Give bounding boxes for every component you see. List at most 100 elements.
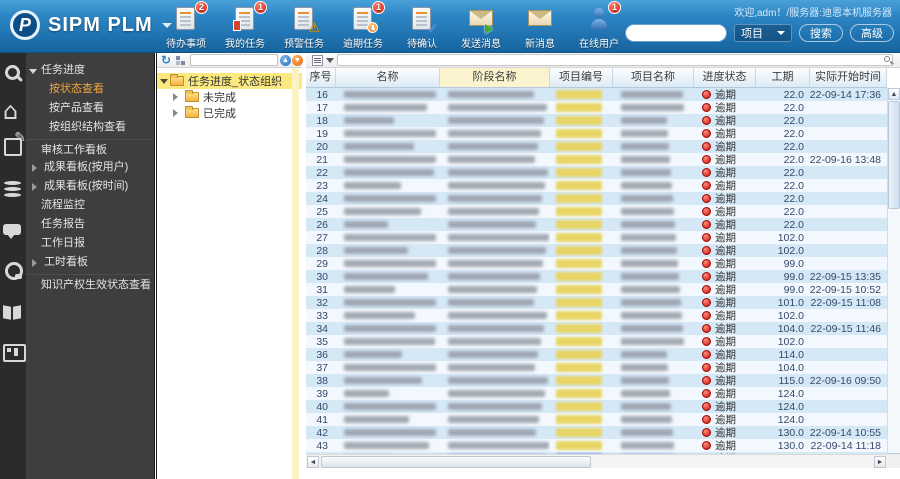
table-row[interactable]: 33 逾期 102.0: [306, 309, 887, 322]
table-row[interactable]: 25 逾期 22.0: [306, 205, 887, 218]
sidebar-item-工作日报[interactable]: 工作日报: [26, 234, 154, 253]
search-category-select[interactable]: 项目: [734, 24, 792, 42]
table-row[interactable]: 29 逾期 99.0: [306, 257, 887, 270]
cell-name: [336, 348, 440, 361]
column-menu-icon[interactable]: [312, 55, 323, 66]
table-row[interactable]: 19 逾期 22.0: [306, 127, 887, 140]
sidebar-item-成果看板(按时间)[interactable]: 成果看板(按时间): [26, 177, 154, 196]
column-header-projname[interactable]: 项目名称: [613, 68, 694, 87]
scroll-right-icon[interactable]: ►: [874, 456, 886, 468]
rail-item-home[interactable]: [3, 97, 23, 125]
sidebar-item-任务进度[interactable]: 任务进度: [26, 61, 154, 80]
table-row[interactable]: 36 逾期 114.0: [306, 348, 887, 361]
rail-item-edit[interactable]: [3, 130, 26, 156]
sidebar-item-按状态查看[interactable]: 按状态查看: [26, 80, 154, 99]
table-row[interactable]: 32 逾期 101.0 2022-09-15 11:08: [306, 296, 887, 309]
overdue-status-icon: [702, 376, 711, 385]
toolbar-item[interactable]: 1 我的任务: [219, 1, 271, 50]
sidebar-item-工时看板[interactable]: 工时看板: [26, 253, 154, 272]
tree-root-node[interactable]: 任务进度_状态组织: [157, 73, 302, 89]
app-logo[interactable]: P SIPM PLM: [10, 10, 172, 40]
table-row[interactable]: 40 逾期 124.0: [306, 400, 887, 413]
cell-start-time: [810, 179, 887, 192]
table-row[interactable]: 21 逾期 22.0 2022-09-16 13:48: [306, 153, 887, 166]
column-header-no[interactable]: 序号: [306, 68, 336, 87]
tree-filter-input[interactable]: [190, 54, 278, 66]
toolbar-item[interactable]: 2 待办事项: [160, 1, 212, 50]
toolbar-item[interactable]: 1 在线用户: [573, 1, 625, 50]
rail-item-idcard[interactable]: [3, 341, 26, 362]
table-row[interactable]: 18 逾期 22.0: [306, 114, 887, 127]
column-header-projno[interactable]: 项目编号: [550, 68, 613, 87]
tree-collapse-button[interactable]: ▼: [292, 55, 303, 66]
cell-projname: [613, 400, 694, 413]
toolbar-item[interactable]: 1 逾期任务: [337, 1, 389, 50]
table-row[interactable]: 23 逾期 22.0: [306, 179, 887, 192]
redacted-text: [448, 442, 549, 449]
table-row[interactable]: 31 逾期 99.0 2022-09-15 10:52: [306, 283, 887, 296]
horizontal-scrollbar[interactable]: ◄ ►: [306, 454, 887, 468]
grid-search-input[interactable]: [337, 54, 893, 66]
rail-item-sipm-search[interactable]: [3, 63, 23, 83]
toolbar-item[interactable]: ✓ 待确认: [396, 6, 448, 50]
table-row[interactable]: 27 逾期 102.0: [306, 231, 887, 244]
redacted-text: [344, 156, 436, 163]
table-row[interactable]: 20 逾期 22.0: [306, 140, 887, 153]
toolbar-item[interactable]: 新消息: [514, 6, 566, 50]
table-row[interactable]: 28 逾期 102.0: [306, 244, 887, 257]
advanced-search-button[interactable]: 高级: [850, 24, 894, 42]
table-row[interactable]: 34 逾期 104.0 2022-09-15 11:46: [306, 322, 887, 335]
table-row[interactable]: 42 逾期 130.0 2022-09-14 10:55: [306, 426, 887, 439]
table-row[interactable]: 30 逾期 99.0 2022-09-15 13:35: [306, 270, 887, 283]
table-row[interactable]: 39 逾期 124.0: [306, 387, 887, 400]
table-row[interactable]: 35 逾期 102.0: [306, 335, 887, 348]
sidebar-item-按产品查看[interactable]: 按产品查看: [26, 99, 154, 118]
rail-item-headset[interactable]: [3, 261, 23, 281]
tree-node-未完成[interactable]: 未完成: [157, 89, 302, 105]
column-header-start[interactable]: 实际开始时间: [810, 68, 887, 87]
tree-scroll-strip[interactable]: [292, 68, 299, 479]
table-row[interactable]: 38 逾期 115.0 2022-09-16 09:50: [306, 374, 887, 387]
sidebar-item-label: 流程监控: [41, 199, 85, 211]
column-header-status[interactable]: 进度状态: [694, 68, 756, 87]
column-header-name[interactable]: 名称: [336, 68, 440, 87]
toolbar-item[interactable]: 发送消息: [455, 6, 507, 50]
rail-item-book[interactable]: [3, 303, 23, 323]
table-row[interactable]: 37 逾期 104.0: [306, 361, 887, 374]
table-row[interactable]: 22 逾期 22.0: [306, 166, 887, 179]
sidebar-item-知识产权生效状态查看[interactable]: 知识产权生效状态查看: [26, 274, 154, 293]
table-row[interactable]: 26 逾期 22.0: [306, 218, 887, 231]
toolbar-item[interactable]: ⚠ 预警任务: [278, 6, 330, 50]
horizontal-scroll-thumb[interactable]: [321, 456, 591, 468]
vertical-scrollbar[interactable]: ▲ ▼: [887, 88, 900, 465]
sidebar-item-任务报告[interactable]: 任务报告: [26, 215, 154, 234]
cell-phase: [440, 413, 550, 426]
cell-phase: [440, 205, 550, 218]
cell-status: 逾期: [694, 205, 756, 218]
sidebar-item-按组织结构查看[interactable]: 按组织结构查看: [26, 118, 154, 137]
tree-expand-button[interactable]: ▲: [280, 55, 291, 66]
rail-item-chat[interactable]: [3, 221, 23, 241]
cell-status: 逾期: [694, 439, 756, 452]
scroll-left-icon[interactable]: ◄: [307, 456, 319, 468]
column-header-phase[interactable]: 阶段名称: [440, 68, 550, 87]
column-header-dur[interactable]: 工期: [756, 68, 810, 87]
vertical-scroll-thumb[interactable]: [888, 101, 900, 209]
sidebar-item-流程监控[interactable]: 流程监控: [26, 196, 154, 215]
table-row[interactable]: 43 逾期 130.0 2022-09-14 11:18: [306, 439, 887, 452]
scroll-up-icon[interactable]: ▲: [888, 88, 900, 100]
search-button[interactable]: 搜索: [799, 24, 843, 42]
rail-item-database[interactable]: [3, 179, 23, 199]
sidebar-item-审核工作看板[interactable]: 审核工作看板: [26, 139, 154, 158]
table-row[interactable]: 24 逾期 22.0: [306, 192, 887, 205]
redacted-text: [556, 220, 602, 229]
sidebar-item-成果看板(按用户)[interactable]: 成果看板(按用户): [26, 158, 154, 177]
table-row[interactable]: 16 逾期 22.0 2022-09-14 17:36: [306, 88, 887, 101]
tree-node-已完成[interactable]: 已完成: [157, 105, 302, 121]
org-structure-icon[interactable]: [176, 56, 185, 65]
table-row[interactable]: 17 逾期 22.0: [306, 101, 887, 114]
refresh-icon[interactable]: ↻: [161, 53, 171, 67]
chevron-down-icon[interactable]: [326, 58, 334, 67]
table-row[interactable]: 41 逾期 124.0: [306, 413, 887, 426]
global-search-input[interactable]: [625, 24, 727, 42]
